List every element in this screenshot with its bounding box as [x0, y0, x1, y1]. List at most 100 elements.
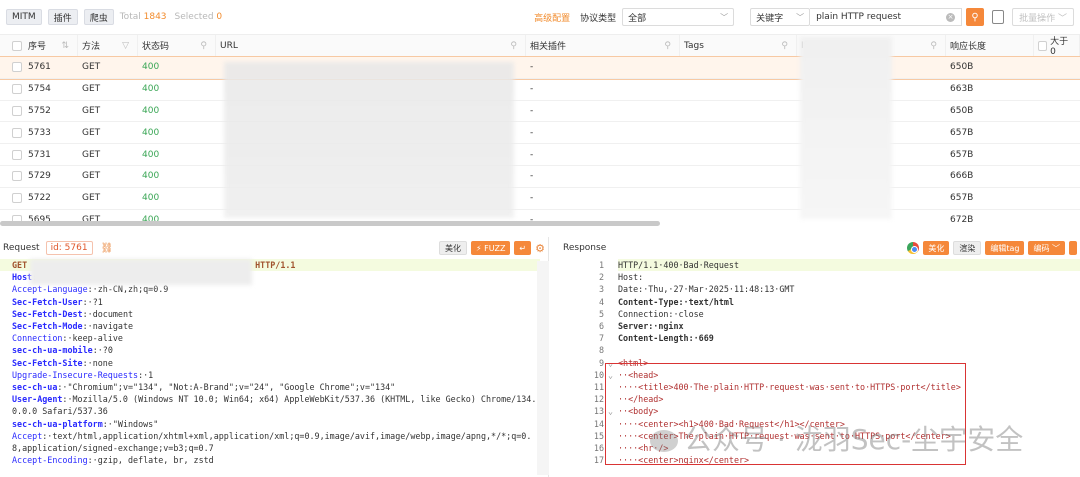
header-value: 1 — [148, 369, 154, 380]
request-line: Sec-Fetch-Mode:·navigate — [12, 321, 134, 332]
tag-crawler[interactable]: 爬虫 — [83, 9, 114, 25]
gt-zero-checkbox[interactable] — [1038, 40, 1048, 51]
cell-id: 5731 — [0, 144, 78, 165]
row-checkbox[interactable] — [12, 193, 22, 204]
col-status[interactable]: 状态码 ⚲ — [138, 35, 216, 56]
wechat-icon — [650, 430, 678, 452]
table-row[interactable]: 5729 GET 400 - 666B — [0, 166, 1080, 188]
table-row[interactable]: 5761 GET 400 - 650B — [0, 56, 1080, 80]
line-number: 11 — [593, 382, 604, 393]
row-checkbox[interactable] — [12, 149, 22, 160]
response-title: Response — [563, 243, 607, 253]
gear-icon[interactable]: ⚙ — [535, 242, 545, 255]
redacted-url-area — [224, 62, 514, 218]
header-value: "Windows" — [112, 418, 159, 429]
row-id: 5761 — [28, 62, 51, 73]
keyword-select[interactable]: 关键字 ﹀ — [750, 8, 811, 26]
response-line: Date:·Thu,·27·Mar·2025·11:48:13·GMT — [618, 284, 795, 295]
chevron-down-icon: ﹀ — [796, 12, 805, 22]
tag-mitm[interactable]: MITM — [6, 9, 42, 25]
response-beautify-button[interactable]: 美化 — [923, 241, 950, 255]
request-line: Upgrade-Insecure-Requests:·1 — [12, 369, 154, 380]
response-header: Response 美化 渲染 编辑tag 编码 ﹀ — [560, 237, 1080, 259]
cell-tags — [680, 101, 797, 122]
document-icon[interactable] — [992, 10, 1005, 24]
row-checkbox[interactable] — [12, 62, 22, 73]
col-length[interactable]: 响应长度 — [946, 35, 1034, 56]
advanced-config-link[interactable]: 高级配置 — [534, 11, 570, 24]
cell-extra — [1034, 101, 1080, 122]
col-method[interactable]: 方法 ▽ — [78, 35, 138, 56]
render-button[interactable]: 渲染 — [953, 241, 982, 255]
search-icon[interactable]: ⚲ — [664, 41, 671, 51]
cell-plugin: - — [530, 105, 534, 116]
watermark-text: 公众号 · 泷羽Sec-尘宇安全 — [684, 423, 1024, 456]
cell-extra — [1034, 122, 1080, 143]
col-plugin[interactable]: 相关插件 ⚲ — [526, 35, 680, 56]
cell-status: 400 — [142, 105, 160, 116]
protocol-value: 全部 — [628, 13, 647, 24]
header-value: none — [92, 357, 113, 368]
table-row[interactable]: 5731 GET 400 - 657B — [0, 144, 1080, 166]
col-label: 大于0 — [1050, 37, 1069, 57]
col-label: 响应长度 — [950, 42, 987, 52]
link-icon[interactable]: ⛓ — [101, 243, 114, 254]
search-icon[interactable]: ⚲ — [781, 41, 788, 51]
cell-length: 650B — [950, 62, 974, 73]
search-button[interactable]: ⚲ — [966, 8, 985, 26]
cell-extra — [1034, 166, 1080, 187]
cell-length: 657B — [950, 193, 974, 204]
encode-button[interactable]: 编码 ﹀ — [1028, 241, 1065, 255]
vertical-scrollbar[interactable] — [537, 261, 549, 475]
fuzz-button[interactable]: ⚡ FUZZ — [470, 241, 511, 255]
search-icon[interactable]: ⚲ — [510, 41, 517, 51]
row-id: 5752 — [28, 105, 51, 116]
search-input[interactable]: plain HTTP request × — [810, 8, 963, 26]
beautify-button[interactable]: 美化 — [438, 241, 467, 255]
cell-method: GET — [82, 62, 101, 73]
sort-icon[interactable]: ⇅ — [61, 41, 69, 51]
col-id[interactable]: 序号 ⇅ — [0, 35, 78, 56]
table-row[interactable]: 5754 GET 400 - 663B — [0, 79, 1080, 101]
filter-icon[interactable]: ▽ — [122, 41, 129, 51]
cell-plugin: - — [530, 149, 534, 160]
request-editor[interactable]: GETHTTP/1.1Host:· Accept-Language:·zh-CN… — [0, 259, 548, 466]
chrome-icon[interactable] — [907, 242, 920, 254]
col-label: URL — [220, 40, 238, 51]
col-tags[interactable]: Tags ⚲ — [680, 35, 797, 56]
row-id: 5729 — [28, 171, 51, 182]
row-checkbox[interactable] — [12, 171, 22, 182]
horizontal-scrollbar[interactable] — [0, 221, 660, 226]
batch-action-select[interactable]: 批量操作 ﹀ — [1012, 8, 1074, 26]
select-all-checkbox[interactable] — [12, 40, 22, 51]
col-url[interactable]: URL ⚲ — [216, 35, 526, 56]
line-number: 15 — [593, 430, 604, 441]
response-line: Content-Length:·669 — [618, 333, 714, 344]
table-row[interactable]: 5752 GET 400 - 650B — [0, 101, 1080, 123]
send-button[interactable]: ↵ — [514, 241, 532, 255]
header-key: sec-ch-ua-platform — [12, 418, 103, 429]
tag-plugin[interactable]: 插件 — [47, 9, 78, 25]
search-icon[interactable]: ⚲ — [930, 41, 937, 51]
search-icon[interactable]: ⚲ — [200, 41, 207, 51]
header-key: Upgrade-Insecure-Requests — [12, 369, 139, 380]
redacted-url-line — [30, 259, 252, 285]
more-button[interactable] — [1069, 241, 1077, 255]
col-gt-zero[interactable]: 大于0 — [1034, 35, 1080, 57]
line-number: 8 — [598, 345, 604, 356]
line-number: 3 — [598, 284, 604, 295]
table-row[interactable]: 5733 GET 400 - 657B — [0, 122, 1080, 145]
row-checkbox[interactable] — [12, 127, 22, 138]
protocol-select[interactable]: 全部 ﹀ — [622, 8, 735, 26]
chevron-down-icon: ﹀ — [1057, 13, 1067, 24]
clear-icon[interactable]: × — [946, 12, 956, 22]
row-checkbox[interactable] — [12, 105, 22, 116]
row-checkbox[interactable] — [12, 84, 22, 95]
cell-tags — [680, 210, 797, 225]
line-number: 4 — [598, 296, 604, 307]
table-row[interactable]: 5722 GET 400 - 657B — [0, 188, 1080, 210]
request-line: Accept-Encoding:·gzip, deflate, br, zstd — [12, 455, 214, 466]
cell-method: GET — [82, 105, 101, 116]
edit-tag-button[interactable]: 编辑tag — [985, 241, 1025, 255]
